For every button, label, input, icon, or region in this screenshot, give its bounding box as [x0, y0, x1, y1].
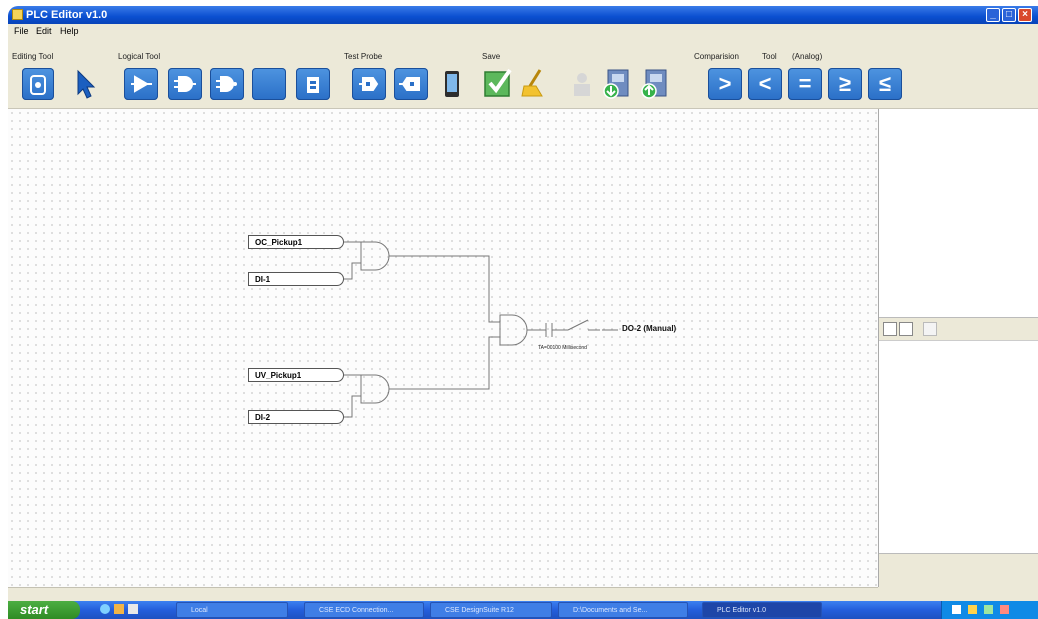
- timer-label: TA=00100 Millisecond: [538, 345, 587, 351]
- tray-network-icon[interactable]: [952, 605, 961, 614]
- property-pages-icon[interactable]: [923, 322, 937, 336]
- buffer-gate-button[interactable]: [124, 68, 158, 100]
- wire: [389, 336, 500, 390]
- group-label-test-probe: Test Probe: [344, 52, 383, 61]
- title-bar: PLC Editor v1.0 _ □ ×: [8, 6, 1038, 24]
- sort-alphabetical-icon[interactable]: [899, 322, 913, 336]
- taskbar-item-documents[interactable]: D:\Documents and Se...: [558, 602, 688, 618]
- less-or-equal-symbol: ≤: [878, 71, 892, 96]
- input-block-di-1[interactable]: DI-1: [248, 272, 344, 286]
- and-gate-final[interactable]: [499, 314, 528, 346]
- app-icon: [12, 9, 23, 20]
- edit-tool-icon: [30, 75, 46, 95]
- input-probe-button[interactable]: [352, 68, 386, 100]
- equal-symbol: =: [798, 71, 812, 96]
- tray-app-icon[interactable]: [984, 605, 993, 614]
- taskbar-item-local[interactable]: Local: [176, 602, 288, 618]
- wire: [344, 395, 361, 418]
- properties-panel: [878, 109, 1038, 588]
- broom-icon: [521, 69, 543, 97]
- wire: [344, 262, 361, 280]
- less-or-equal-button[interactable]: ≤: [868, 68, 902, 100]
- device-icon: [445, 71, 459, 97]
- maximize-button[interactable]: □: [1002, 8, 1016, 22]
- input-block-uv-pickup1[interactable]: UV_Pickup1: [248, 368, 344, 382]
- group-label-editing: Editing Tool: [12, 52, 54, 61]
- group-label-analog: (Analog): [792, 52, 823, 61]
- input-probe-icon: [359, 77, 379, 91]
- and-gate-icon: [174, 76, 196, 92]
- menu-help[interactable]: Help: [60, 26, 79, 36]
- edit-tool-button[interactable]: [22, 68, 54, 100]
- browser-icon[interactable]: [100, 604, 110, 614]
- greater-or-equal-button[interactable]: ≥: [828, 68, 862, 100]
- window-title: PLC Editor v1.0: [26, 9, 108, 21]
- menu-bar: File Edit Help: [8, 24, 1038, 38]
- input-block-di-2[interactable]: DI-2: [248, 410, 344, 424]
- nand-gate-icon: [216, 76, 237, 92]
- menu-edit[interactable]: Edit: [36, 26, 52, 36]
- folder-icon[interactable]: [114, 604, 124, 614]
- diagram-canvas[interactable]: OC_Pickup1 DI-1 UV_Pickup1 DI-2 TA=00100…: [8, 109, 878, 587]
- save-check-icon: [484, 68, 512, 97]
- timer-contact[interactable]: [527, 323, 568, 337]
- canvas-horizontal-scrollbar[interactable]: [8, 587, 878, 602]
- group-label-tool: Tool: [762, 52, 777, 61]
- greater-than-button[interactable]: >: [708, 68, 742, 100]
- and-gate-button[interactable]: [168, 68, 202, 100]
- or-gate-button[interactable]: [252, 68, 286, 100]
- download-to-device-button[interactable]: [600, 66, 634, 100]
- upload-button[interactable]: [568, 68, 596, 100]
- tray-security-icon[interactable]: [968, 605, 977, 614]
- greater-than-symbol: >: [718, 71, 732, 96]
- pointer-icon: [77, 69, 96, 99]
- quick-launch: [98, 604, 158, 616]
- output-probe-icon: [399, 77, 420, 91]
- disabled-device-icon: [574, 73, 590, 96]
- taskbar-item-cse-connection[interactable]: CSE ECD Connection...: [304, 602, 424, 618]
- wiring-layer: [344, 241, 618, 418]
- equal-button[interactable]: =: [788, 68, 822, 100]
- upload-device-icon: [641, 69, 667, 99]
- clear-button[interactable]: [518, 66, 548, 100]
- group-label-comparision: Comparision: [694, 52, 739, 61]
- greater-or-equal-symbol: ≥: [838, 71, 852, 96]
- buffer-gate-icon: [131, 75, 152, 93]
- close-button[interactable]: ×: [1018, 8, 1032, 22]
- minimize-button[interactable]: _: [986, 8, 1000, 22]
- group-label-logical: Logical Tool: [118, 52, 161, 61]
- and-gate-bottom[interactable]: [360, 374, 390, 404]
- pointer-tool-button[interactable]: [70, 68, 100, 100]
- download-device-icon: [603, 69, 629, 99]
- output-switch[interactable]: [567, 319, 600, 331]
- and-gate-top[interactable]: [360, 241, 390, 271]
- taskbar: start Local CSE ECD Connection... CSE De…: [8, 601, 1038, 619]
- properties-toolbar: [879, 317, 1038, 341]
- less-than-button[interactable]: <: [748, 68, 782, 100]
- app-window: PLC Editor v1.0 _ □ × File Edit Help Edi…: [8, 6, 1038, 619]
- desktop-icon[interactable]: [128, 604, 138, 614]
- start-button[interactable]: start: [8, 601, 80, 619]
- less-than-symbol: <: [758, 71, 772, 96]
- wire: [389, 255, 500, 323]
- menu-file[interactable]: File: [14, 26, 29, 36]
- nand-gate-button[interactable]: [210, 68, 244, 100]
- save-button[interactable]: [482, 66, 514, 100]
- output-label-do-2[interactable]: DO-2 (Manual): [622, 324, 676, 333]
- categorized-icon[interactable]: [883, 322, 897, 336]
- timer-block-icon: [307, 77, 319, 93]
- toolbar: Editing Tool Logical Tool Test Probe Sav…: [8, 38, 1038, 109]
- group-label-save: Save: [482, 52, 501, 61]
- taskbar-item-cse-designsuite[interactable]: CSE DesignSuite R12: [430, 602, 552, 618]
- output-probe-button[interactable]: [394, 68, 428, 100]
- upload-from-device-button[interactable]: [638, 66, 672, 100]
- taskbar-item-plc-editor[interactable]: PLC Editor v1.0: [702, 602, 822, 618]
- tray-alert-icon[interactable]: [1000, 605, 1009, 614]
- input-block-oc-pickup1[interactable]: OC_Pickup1: [248, 235, 344, 249]
- timer-block-button[interactable]: [296, 68, 330, 100]
- system-tray: [941, 601, 1038, 619]
- properties-description: [879, 553, 1038, 588]
- device-probe-button[interactable]: [440, 68, 464, 100]
